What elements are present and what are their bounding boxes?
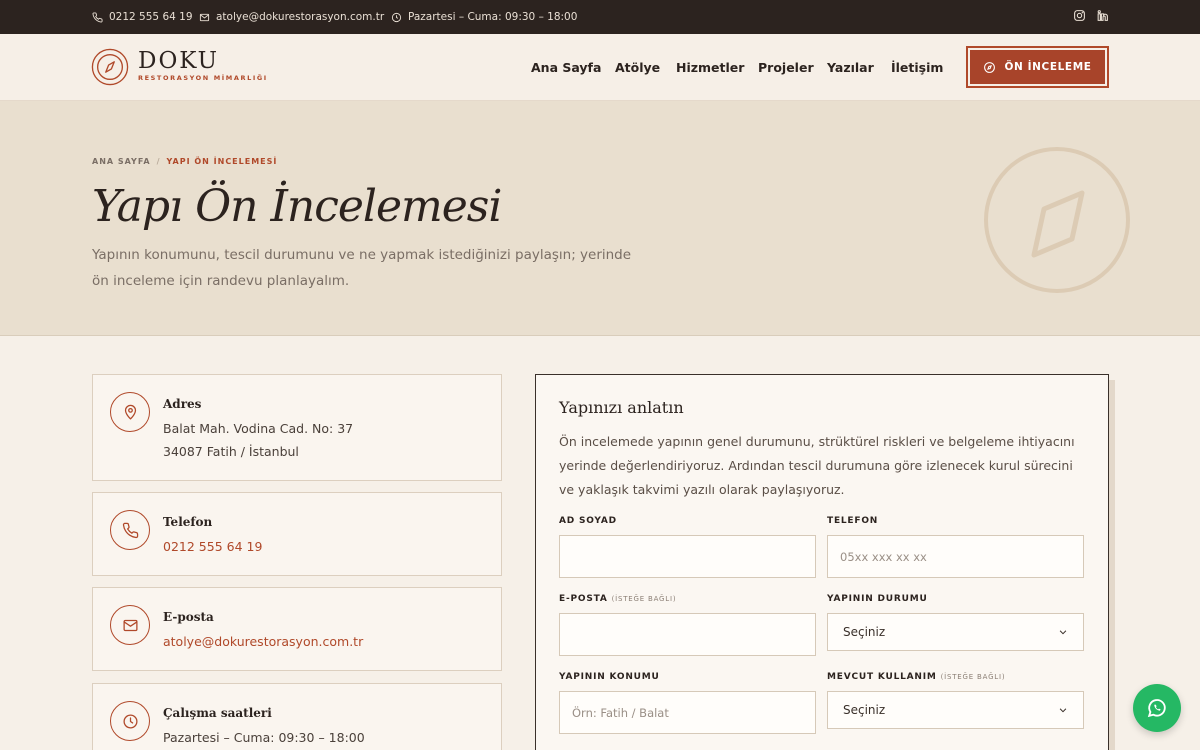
breadcrumb-home[interactable]: ANA SAYFA [92, 157, 151, 166]
usage-label: MEVCUT KULLANIM (İSTEĞE BAĞLI) [827, 672, 1005, 682]
social-links [1073, 9, 1109, 22]
phone-input[interactable] [827, 535, 1084, 578]
phone-link[interactable]: 0212 555 64 19 [163, 539, 262, 554]
status-select[interactable]: Seçiniz [827, 613, 1084, 651]
usage-label-text: MEVCUT KULLANIM [827, 672, 937, 682]
form-title: Yapınızı anlatın [559, 398, 684, 417]
nav-item-iletisim[interactable]: İletişim [891, 60, 943, 75]
email-label: E-POSTA (İSTEĞE BAĞLI) [559, 594, 676, 604]
main-content: Adres Balat Mah. Vodina Cad. No: 37 3408… [0, 337, 1200, 750]
address-title: Adres [163, 397, 202, 411]
address-line-1: Balat Mah. Vodina Cad. No: 37 [163, 421, 354, 436]
whatsapp-icon [1147, 699, 1166, 718]
hours-value: Pazartesi – Cuma: 09:30 – 18:00 [163, 730, 365, 745]
form-description-line-3: ve yaklaşık takvimi yazılı olarak paylaş… [559, 482, 845, 497]
address-card: Adres Balat Mah. Vodina Cad. No: 37 3408… [92, 374, 502, 481]
phone-card: Telefon 0212 555 64 19 [92, 492, 502, 576]
location-input[interactable] [559, 691, 816, 734]
breadcrumb-current: YAPI ÖN İNCELEMESİ [166, 157, 278, 166]
on-inceleme-label: ÖN İNCELEME [1004, 61, 1092, 73]
instagram-icon[interactable] [1073, 9, 1086, 22]
chevron-down-icon [1059, 708, 1067, 713]
compass-icon [984, 61, 996, 73]
inquiry-form: Yapınızı anlatın Ön incelemede yapının g… [535, 374, 1109, 750]
nav-item-projeler[interactable]: Projeler [758, 60, 814, 75]
location-label: YAPININ KONUMU [559, 672, 660, 682]
form-description: Ön incelemede yapının genel durumunu, st… [559, 430, 1089, 502]
phone-label: TELEFON [827, 516, 879, 526]
on-inceleme-button-inner: ÖN İNCELEME [970, 50, 1105, 84]
usage-select[interactable]: Seçiniz [827, 691, 1084, 729]
clock-icon [122, 713, 138, 729]
on-inceleme-button[interactable]: ÖN İNCELEME [966, 46, 1109, 88]
nav-item-yazilar[interactable]: Yazılar [827, 60, 874, 75]
address-icon-wrap [110, 392, 150, 432]
form-description-line-1: Ön incelemede yapının genel durumunu, st… [559, 434, 1075, 449]
whatsapp-button[interactable] [1133, 684, 1181, 732]
mail-icon [199, 13, 210, 21]
location-pin-icon [124, 404, 136, 420]
usage-optional-note: (İSTEĞE BAĞLI) [940, 673, 1006, 681]
compass-emblem-icon [984, 147, 1130, 293]
page-hero: ANA SAYFA / YAPI ÖN İNCELEMESİ Yapı Ön İnc… [0, 101, 1200, 336]
phone-icon-wrap [110, 510, 150, 550]
logo-tagline: RESTORASYON MİMARLIĞI [138, 74, 268, 82]
breadcrumb-separator: / [156, 157, 161, 166]
topbar-email-text: atolye@dokurestorasyon.com.tr [216, 11, 385, 23]
email-title: E-posta [163, 610, 214, 624]
email-optional-note: (İSTEĞE BAĞLI) [611, 595, 677, 603]
status-label: YAPININ DURUMU [827, 594, 928, 604]
nav-item-ana-sayfa[interactable]: Ana Sayfa [531, 60, 601, 75]
name-label: AD SOYAD [559, 516, 617, 526]
phone-icon [122, 522, 138, 538]
mail-icon [122, 619, 138, 631]
chevron-down-icon [1059, 630, 1067, 635]
top-info-bar: 0212 555 64 19 atolye@dokurestorasyon.co… [0, 0, 1200, 34]
hero-description-line-2: ön inceleme için randevu planlayalım. [92, 273, 350, 289]
linkedin-icon[interactable] [1096, 9, 1109, 22]
email-link[interactable]: atolye@dokurestorasyon.com.tr [163, 634, 363, 649]
email-input[interactable] [559, 613, 816, 656]
hours-icon-wrap [110, 701, 150, 741]
logo-name[interactable]: DOKU [138, 48, 219, 74]
status-select-value: Seçiniz [843, 625, 886, 639]
email-card: E-posta atolye@dokurestorasyon.com.tr [92, 587, 502, 671]
email-label-text: E-POSTA [559, 594, 608, 604]
logo-compass-icon[interactable] [91, 48, 129, 86]
usage-select-value: Seçiniz [843, 703, 886, 717]
topbar-email[interactable]: atolye@dokurestorasyon.com.tr [199, 0, 384, 34]
topbar-phone-text: 0212 555 64 19 [109, 11, 193, 23]
hero-description: Yapının konumunu, tescil durumunu ve ne … [92, 242, 662, 294]
name-input[interactable] [559, 535, 816, 578]
hours-title: Çalışma saatleri [163, 706, 272, 720]
phone-title: Telefon [163, 515, 213, 529]
address-line-2: 34087 Fatih / İstanbul [163, 444, 299, 459]
clock-icon [391, 12, 402, 22]
topbar-hours: Pazartesi – Cuma: 09:30 – 18:00 [391, 0, 577, 34]
form-description-line-2: yerinde değerlendiriyoruz. Ardından tesc… [559, 458, 1073, 473]
topbar-phone[interactable]: 0212 555 64 19 [92, 0, 193, 34]
site-header: DOKU RESTORASYON MİMARLIĞI Ana Sayfa Atö… [0, 34, 1200, 101]
nav-item-atolye[interactable]: Atölye [615, 60, 660, 75]
phone-icon [92, 11, 103, 22]
email-icon-wrap [110, 605, 150, 645]
nav-item-hizmetler[interactable]: Hizmetler [676, 60, 744, 75]
hero-description-line-1: Yapının konumunu, tescil durumunu ve ne … [92, 247, 632, 263]
breadcrumb: ANA SAYFA / YAPI ÖN İNCELEMESİ [92, 157, 277, 166]
page-title: Yapı Ön İncelemesi [92, 181, 502, 232]
hours-card: Çalışma saatleri Pazartesi – Cuma: 09:30… [92, 683, 502, 750]
topbar-hours-text: Pazartesi – Cuma: 09:30 – 18:00 [408, 11, 578, 23]
